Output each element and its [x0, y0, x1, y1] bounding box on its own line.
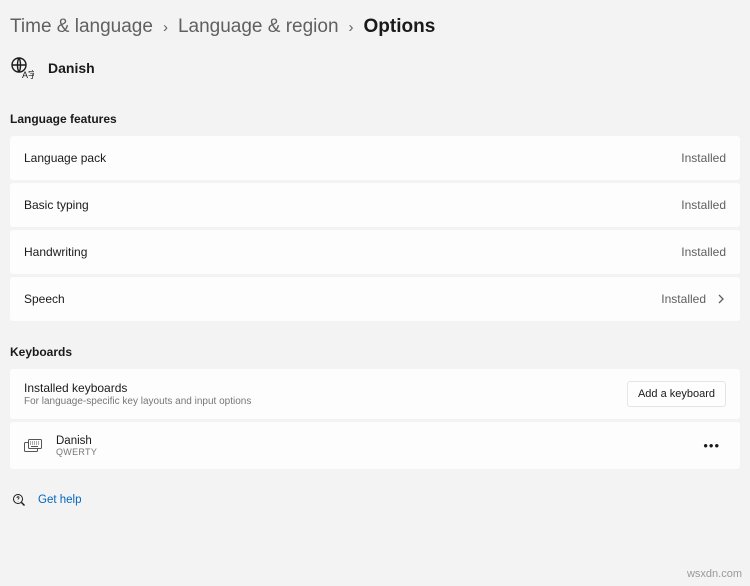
chevron-right-icon: ›	[349, 19, 354, 36]
get-help-link[interactable]: Get help	[38, 494, 81, 506]
breadcrumb-language-region[interactable]: Language & region	[178, 16, 339, 38]
feature-basic-typing[interactable]: Basic typing Installed	[10, 183, 740, 227]
language-title: Danish	[48, 60, 95, 76]
section-title-features: Language features	[10, 112, 740, 126]
keyboard-item[interactable]: Danish QWERTY •••	[10, 422, 740, 469]
feature-status: Installed	[681, 198, 726, 212]
chevron-right-icon	[716, 294, 726, 304]
keyboard-name: Danish	[56, 435, 97, 447]
feature-label: Basic typing	[24, 198, 89, 212]
breadcrumb: Time & language › Language & region › Op…	[10, 16, 740, 38]
installed-keyboards-subtitle: For language-specific key layouts and in…	[24, 396, 251, 407]
globe-language-icon: A字	[10, 56, 34, 80]
installed-keyboards-header: Installed keyboards For language-specifi…	[10, 369, 740, 419]
feature-label: Handwriting	[24, 245, 87, 259]
add-keyboard-button[interactable]: Add a keyboard	[627, 381, 726, 407]
installed-keyboards-title: Installed keyboards	[24, 381, 251, 395]
feature-status: Installed	[681, 151, 726, 165]
chevron-right-icon: ›	[163, 19, 168, 36]
feature-speech[interactable]: Speech Installed	[10, 277, 740, 321]
keyboard-icon	[24, 439, 42, 453]
more-options-button[interactable]: •••	[697, 434, 726, 457]
feature-status: Installed	[661, 292, 706, 306]
feature-handwriting[interactable]: Handwriting Installed	[10, 230, 740, 274]
section-title-keyboards: Keyboards	[10, 345, 740, 359]
language-header: A字 Danish	[10, 56, 740, 80]
breadcrumb-options: Options	[364, 16, 436, 38]
keyboard-layout: QWERTY	[56, 447, 97, 457]
breadcrumb-time-language[interactable]: Time & language	[10, 16, 153, 38]
feature-label: Speech	[24, 292, 65, 306]
help-row: Get help	[10, 493, 740, 507]
feature-label: Language pack	[24, 151, 106, 165]
watermark: wsxdn.com	[687, 568, 742, 580]
feature-list: Language pack Installed Basic typing Ins…	[10, 136, 740, 321]
svg-text:A字: A字	[22, 69, 34, 80]
feature-status: Installed	[681, 245, 726, 259]
feature-language-pack[interactable]: Language pack Installed	[10, 136, 740, 180]
help-icon	[12, 493, 26, 507]
